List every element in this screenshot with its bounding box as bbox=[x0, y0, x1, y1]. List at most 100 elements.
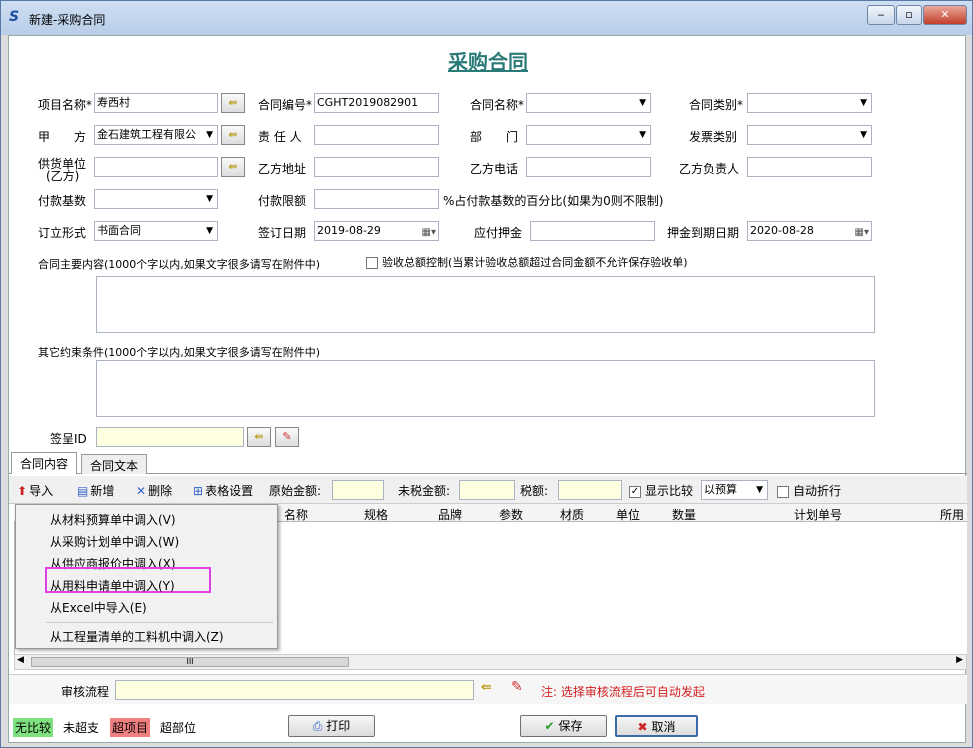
chevron-down-icon: ▼ bbox=[206, 130, 213, 140]
form-area: 采购合同 项目名称* 寿西村 ⇚ 合同编号* CGHT2019082901 合同… bbox=[8, 35, 967, 743]
department-select[interactable]: ▼ bbox=[526, 125, 651, 145]
payment-limit-field[interactable] bbox=[314, 189, 439, 209]
person-in-charge-field[interactable] bbox=[314, 125, 439, 145]
chevron-down-icon: ▼ bbox=[860, 130, 867, 140]
menu-item-from-bill-of-quantities[interactable]: 从工程量清单的工料机中调入(Z) bbox=[50, 628, 224, 645]
column-header[interactable]: 参数 bbox=[499, 506, 523, 523]
column-header[interactable]: 品牌 bbox=[438, 506, 462, 523]
party-a-value: 金石建筑工程有限公 bbox=[97, 128, 196, 141]
horizontal-scrollbar[interactable]: ◀ III ▶ bbox=[14, 654, 967, 670]
checkbox-icon[interactable] bbox=[777, 485, 789, 498]
delete-button[interactable]: ✕ 删除 bbox=[136, 482, 172, 499]
maximize-button[interactable]: ▫ bbox=[896, 5, 922, 25]
approval-field[interactable] bbox=[115, 680, 474, 700]
column-header[interactable]: 规格 bbox=[364, 506, 388, 523]
add-label: 新增 bbox=[90, 484, 115, 498]
delete-label: 删除 bbox=[148, 484, 173, 498]
tab-bar: 合同内容 合同文本 bbox=[9, 452, 967, 474]
cancel-label: 取消 bbox=[651, 720, 676, 734]
invoice-type-select[interactable]: ▼ bbox=[747, 125, 872, 145]
approval-picker-icon[interactable]: ⇚ bbox=[481, 680, 492, 695]
party-b-phone-field[interactable] bbox=[526, 157, 651, 177]
sign-id-field[interactable] bbox=[96, 427, 244, 447]
add-button[interactable]: ▤ 新增 bbox=[77, 482, 114, 499]
save-label: 保存 bbox=[558, 719, 583, 733]
chevron-down-icon: ▼ bbox=[639, 98, 646, 108]
contract-no-field[interactable]: CGHT2019082901 bbox=[314, 93, 439, 113]
main-content-textarea[interactable] bbox=[96, 276, 875, 333]
project-name-label: 项目名称* bbox=[38, 98, 93, 112]
payment-limit-label: 付款限额 bbox=[258, 194, 307, 208]
cancel-button[interactable]: ✖ 取消 bbox=[615, 715, 698, 737]
scroll-thumb[interactable]: III bbox=[31, 657, 349, 667]
page-title: 采购合同 bbox=[448, 50, 528, 74]
other-terms-textarea[interactable] bbox=[96, 360, 875, 417]
menu-item-from-purchase-plan[interactable]: 从采购计划单中调入(W) bbox=[50, 533, 179, 550]
menu-item-from-material-request[interactable]: 从用料申请单中调入(Y) bbox=[50, 577, 175, 594]
scroll-left-icon[interactable]: ◀ bbox=[17, 655, 24, 665]
acceptance-control-checkbox[interactable]: 验收总额控制(当累计验收总额超过合同金额不允许保存验收单) bbox=[366, 254, 688, 270]
other-terms-label: 其它约束条件(1000个字以内,如果文字很多请写在附件中) bbox=[38, 346, 321, 359]
sign-id-picker-button[interactable]: ⇚ bbox=[247, 427, 271, 447]
payment-limit-note: %占付款基数的百分比(如果为0则不限制) bbox=[443, 194, 664, 208]
contract-form-value: 书面合同 bbox=[97, 224, 141, 237]
tab-contract-content[interactable]: 合同内容 bbox=[11, 452, 78, 474]
party-a-picker-button[interactable]: ⇚ bbox=[221, 125, 245, 145]
column-header[interactable]: 材质 bbox=[560, 506, 584, 523]
column-header[interactable]: 单位 bbox=[616, 506, 640, 523]
title-bar: S 新建-采购合同 ‒ ▫ ✕ bbox=[1, 1, 972, 35]
payment-base-select[interactable]: ▼ bbox=[94, 189, 218, 209]
minimize-button[interactable]: ‒ bbox=[867, 5, 895, 25]
deposit-expiry-picker[interactable]: 2020-08-28 ▦▾ bbox=[747, 221, 872, 241]
chevron-down-icon: ▼ bbox=[756, 485, 763, 495]
supplier-picker-button[interactable]: ⇚ bbox=[221, 157, 245, 177]
contract-type-select[interactable]: ▼ bbox=[747, 93, 872, 113]
compare-select[interactable]: 以预算 ▼ bbox=[701, 480, 768, 500]
menu-item-from-excel[interactable]: 从Excel中导入(E) bbox=[50, 599, 147, 616]
import-menu: 从材料预算单中调入(V) 从采购计划单中调入(W) 从供应商报价中调入(X) 从… bbox=[15, 504, 278, 649]
contract-form-select[interactable]: 书面合同 ▼ bbox=[94, 221, 218, 241]
auto-wrap-checkbox[interactable]: 自动折行 bbox=[777, 482, 841, 499]
party-b-person-field[interactable] bbox=[747, 157, 872, 177]
menu-separator bbox=[46, 622, 273, 623]
supplier-field[interactable] bbox=[94, 157, 218, 177]
import-button[interactable]: ⬆ 导入 bbox=[17, 482, 53, 499]
table-settings-button[interactable]: ⊞ 表格设置 bbox=[193, 482, 253, 499]
print-button[interactable]: ⎙ 打印 bbox=[288, 715, 375, 737]
project-picker-button[interactable]: ⇚ bbox=[221, 93, 245, 113]
calendar-icon[interactable]: ▦▾ bbox=[855, 224, 869, 240]
legend-no-compare: 无比较 bbox=[13, 718, 54, 737]
approval-note: 注: 选择审核流程后可自动发起 bbox=[541, 685, 705, 699]
show-compare-checkbox[interactable]: ✓ 显示比较 bbox=[629, 482, 693, 499]
sign-date-picker[interactable]: 2019-08-29 ▦▾ bbox=[314, 221, 439, 241]
save-button[interactable]: ✔ 保存 bbox=[520, 715, 607, 737]
edit-pen-icon[interactable]: ✎ bbox=[275, 427, 299, 447]
column-header[interactable]: 名称 bbox=[284, 506, 308, 523]
party-b-address-field[interactable] bbox=[314, 157, 439, 177]
contract-name-select[interactable]: ▼ bbox=[526, 93, 651, 113]
contract-name-label: 合同名称* bbox=[470, 98, 525, 112]
project-name-field[interactable]: 寿西村 bbox=[94, 93, 218, 113]
party-b-phone-label: 乙方电话 bbox=[470, 162, 519, 176]
untaxed-amount-field[interactable] bbox=[459, 480, 515, 500]
tab-contract-text[interactable]: 合同文本 bbox=[81, 454, 148, 474]
column-header[interactable]: 数量 bbox=[672, 506, 696, 523]
edit-pen-icon[interactable]: ✎ bbox=[511, 679, 523, 695]
calendar-icon[interactable]: ▦▾ bbox=[422, 224, 436, 240]
scroll-right-icon[interactable]: ▶ bbox=[956, 655, 963, 665]
party-a-select[interactable]: 金石建筑工程有限公 ▼ bbox=[94, 125, 218, 145]
checkbox-checked-icon[interactable]: ✓ bbox=[629, 485, 641, 498]
column-header[interactable]: 计划单号 bbox=[794, 506, 842, 523]
checkbox-icon[interactable] bbox=[366, 257, 378, 269]
close-button[interactable]: ✕ bbox=[923, 5, 967, 25]
contract-type-label: 合同类别* bbox=[689, 98, 744, 112]
approval-bar: 审核流程 ⇚ ✎ 注: 选择审核流程后可自动发起 bbox=[9, 674, 967, 704]
party-b-address-label: 乙方地址 bbox=[258, 162, 307, 176]
deposit-field[interactable] bbox=[530, 221, 655, 241]
original-amount-field[interactable] bbox=[332, 480, 384, 500]
column-header[interactable]: 所用 bbox=[940, 506, 964, 523]
tax-field[interactable] bbox=[558, 480, 622, 500]
cancel-x-icon: ✖ bbox=[637, 720, 648, 734]
menu-item-from-budget[interactable]: 从材料预算单中调入(V) bbox=[50, 511, 176, 528]
app-logo-icon: S bbox=[9, 9, 20, 25]
